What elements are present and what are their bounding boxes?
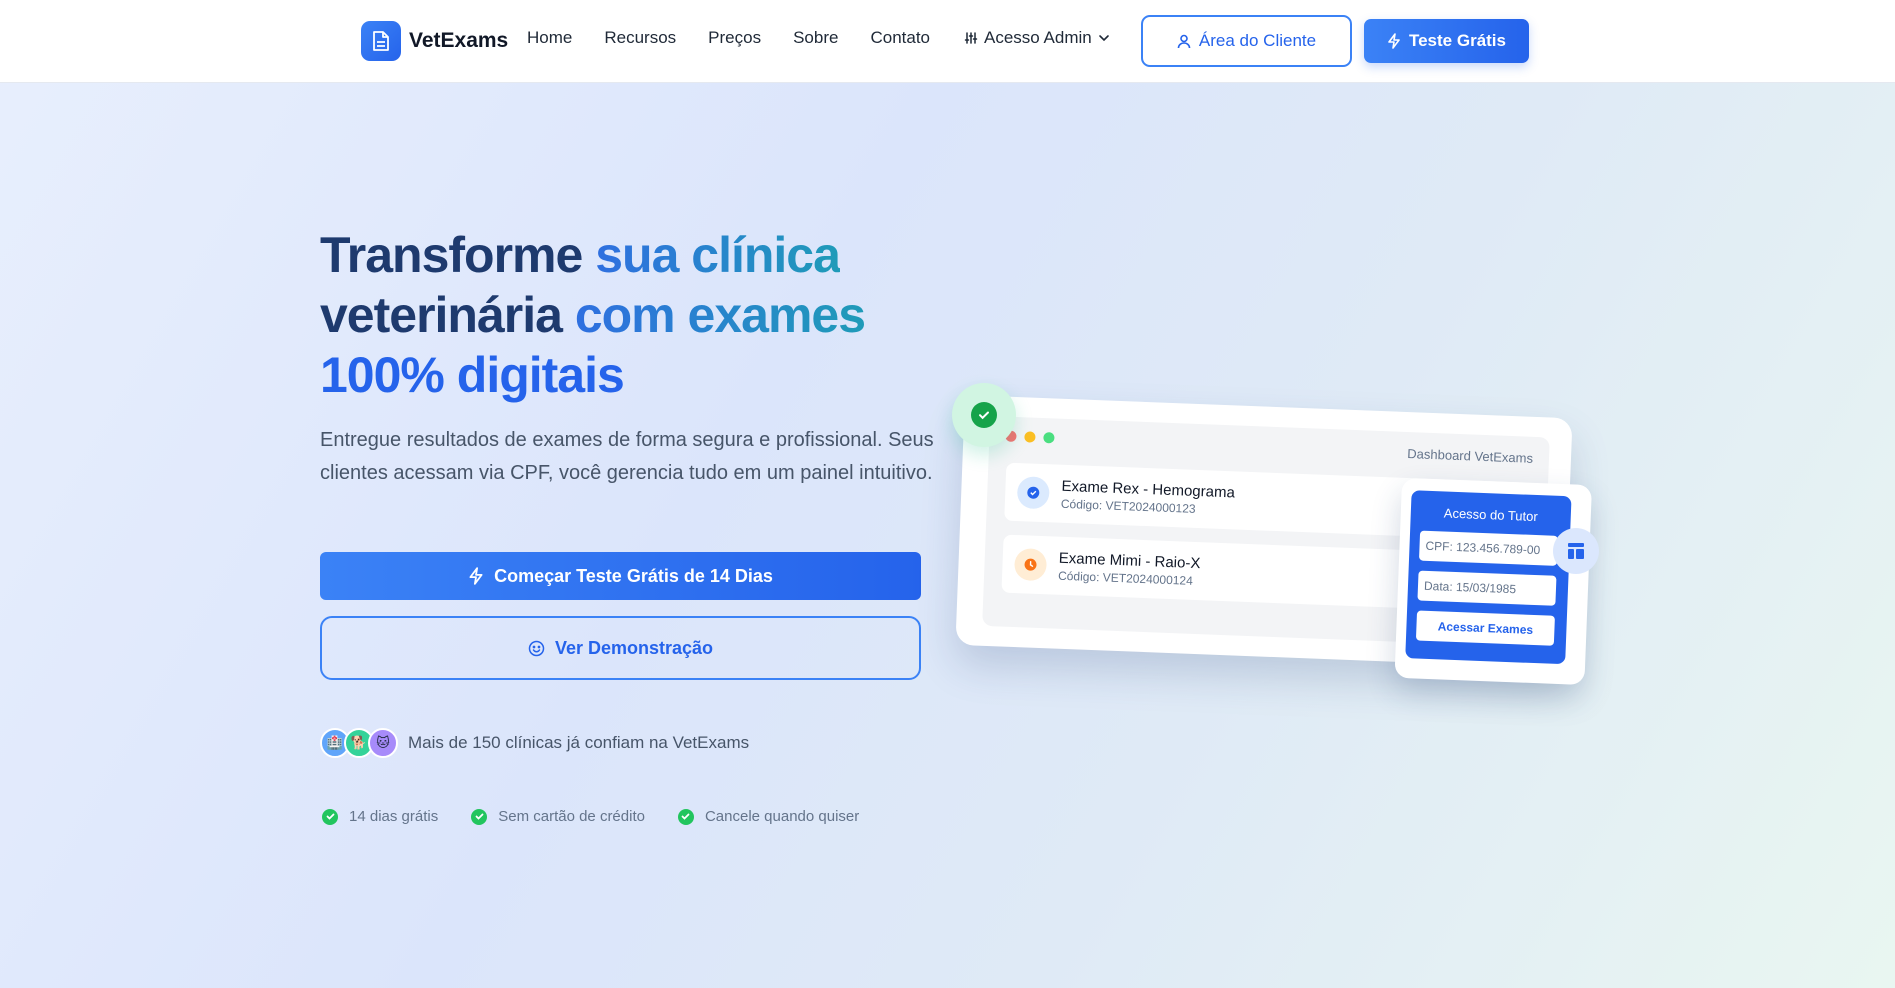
cpf-field: CPF: 123.456.789-00 [1418,530,1559,566]
check-icon [971,402,997,428]
view-demo-button[interactable]: Ver Demonstração [320,616,921,680]
nav-precos[interactable]: Preços [708,28,761,48]
nav-home[interactable]: Home [527,28,572,48]
document-icon [361,21,401,61]
benefits-list: 14 dias grátis Sem cartão de crédito Can… [322,808,892,825]
chevron-down-icon [1098,35,1109,42]
hero-subtitle: Entregue resultados de exames de forma s… [320,429,934,484]
social-proof: 🏥 🐕 🐱 Mais de 150 clínicas já confiam na… [320,728,749,758]
layout-icon [1553,528,1599,574]
hero-title: Transforme sua clínica veterinária com e… [320,227,866,403]
admin-dropdown-label: Acesso Admin [984,28,1092,47]
nav-sobre[interactable]: Sobre [793,28,838,48]
avatar: 🐱 [368,728,398,758]
user-icon [1177,34,1191,48]
free-trial-label: Teste Grátis [1408,31,1506,50]
brand-name: VetExams [409,29,509,52]
brand-logo[interactable]: VetExams [361,21,508,61]
nav-recursos[interactable]: Recursos [604,28,676,48]
avatar-group: 🏥 🐕 🐱 [320,728,398,758]
benefit-item: 14 dias grátis [322,808,438,825]
benefit-item: Cancele quando quiser [677,808,860,825]
benefit-label: Sem cartão de crédito [498,808,645,825]
client-area-button[interactable]: Área do Cliente [1141,15,1352,67]
access-exams-button: Acessar Exames [1415,610,1555,646]
start-trial-button[interactable]: Começar Teste Grátis de 14 Dias [320,552,921,600]
check-circle-icon [471,808,488,825]
free-trial-button[interactable]: Teste Grátis [1364,19,1529,63]
top-navbar: VetExams Home Recursos Preços Sobre Cont… [0,0,1895,83]
dashboard-label: Dashboard VetExams [1407,446,1534,466]
lightning-icon [469,567,483,585]
clock-icon [1013,548,1048,582]
benefit-item: Sem cartão de crédito [471,808,645,825]
window-controls [1005,430,1062,444]
check-circle-icon [322,808,338,825]
client-area-label: Área do Cliente [1198,31,1317,50]
nav-contato[interactable]: Contato [870,28,930,48]
maximize-dot-icon [1043,432,1055,444]
start-trial-label: Começar Teste Grátis de 14 Dias [494,565,773,586]
check-circle-icon [1016,476,1050,510]
verified-badge [952,383,1016,447]
trust-text: Mais de 150 clínicas já confiam na VetEx… [408,733,750,752]
main-nav: Home Recursos Preços Sobre Contato Acess… [527,28,1110,48]
check-circle-icon [677,808,694,825]
tutor-access-panel: Acesso do Tutor CPF: 123.456.789-00 Data… [1405,490,1572,665]
tutor-access-card: Acesso do Tutor CPF: 123.456.789-00 Data… [1394,477,1593,685]
dashboard-mockup: Dashboard VetExams Exame Rex - Hemograma… [953,395,1605,739]
lightning-icon [1388,33,1400,49]
smile-icon [528,640,545,656]
benefit-label: 14 dias grátis [349,808,439,825]
minimize-dot-icon [1024,431,1036,443]
sliders-icon [964,32,978,44]
benefit-label: Cancele quando quiser [704,808,860,825]
tutor-access-title: Acesso do Tutor [1443,505,1539,525]
birthdate-field: Data: 15/03/1985 [1417,570,1557,606]
exam-code: Código: VET2024000124 [1057,568,1194,588]
admin-dropdown[interactable]: Acesso Admin [964,28,1110,48]
view-demo-label: Ver Demonstração [554,637,714,658]
